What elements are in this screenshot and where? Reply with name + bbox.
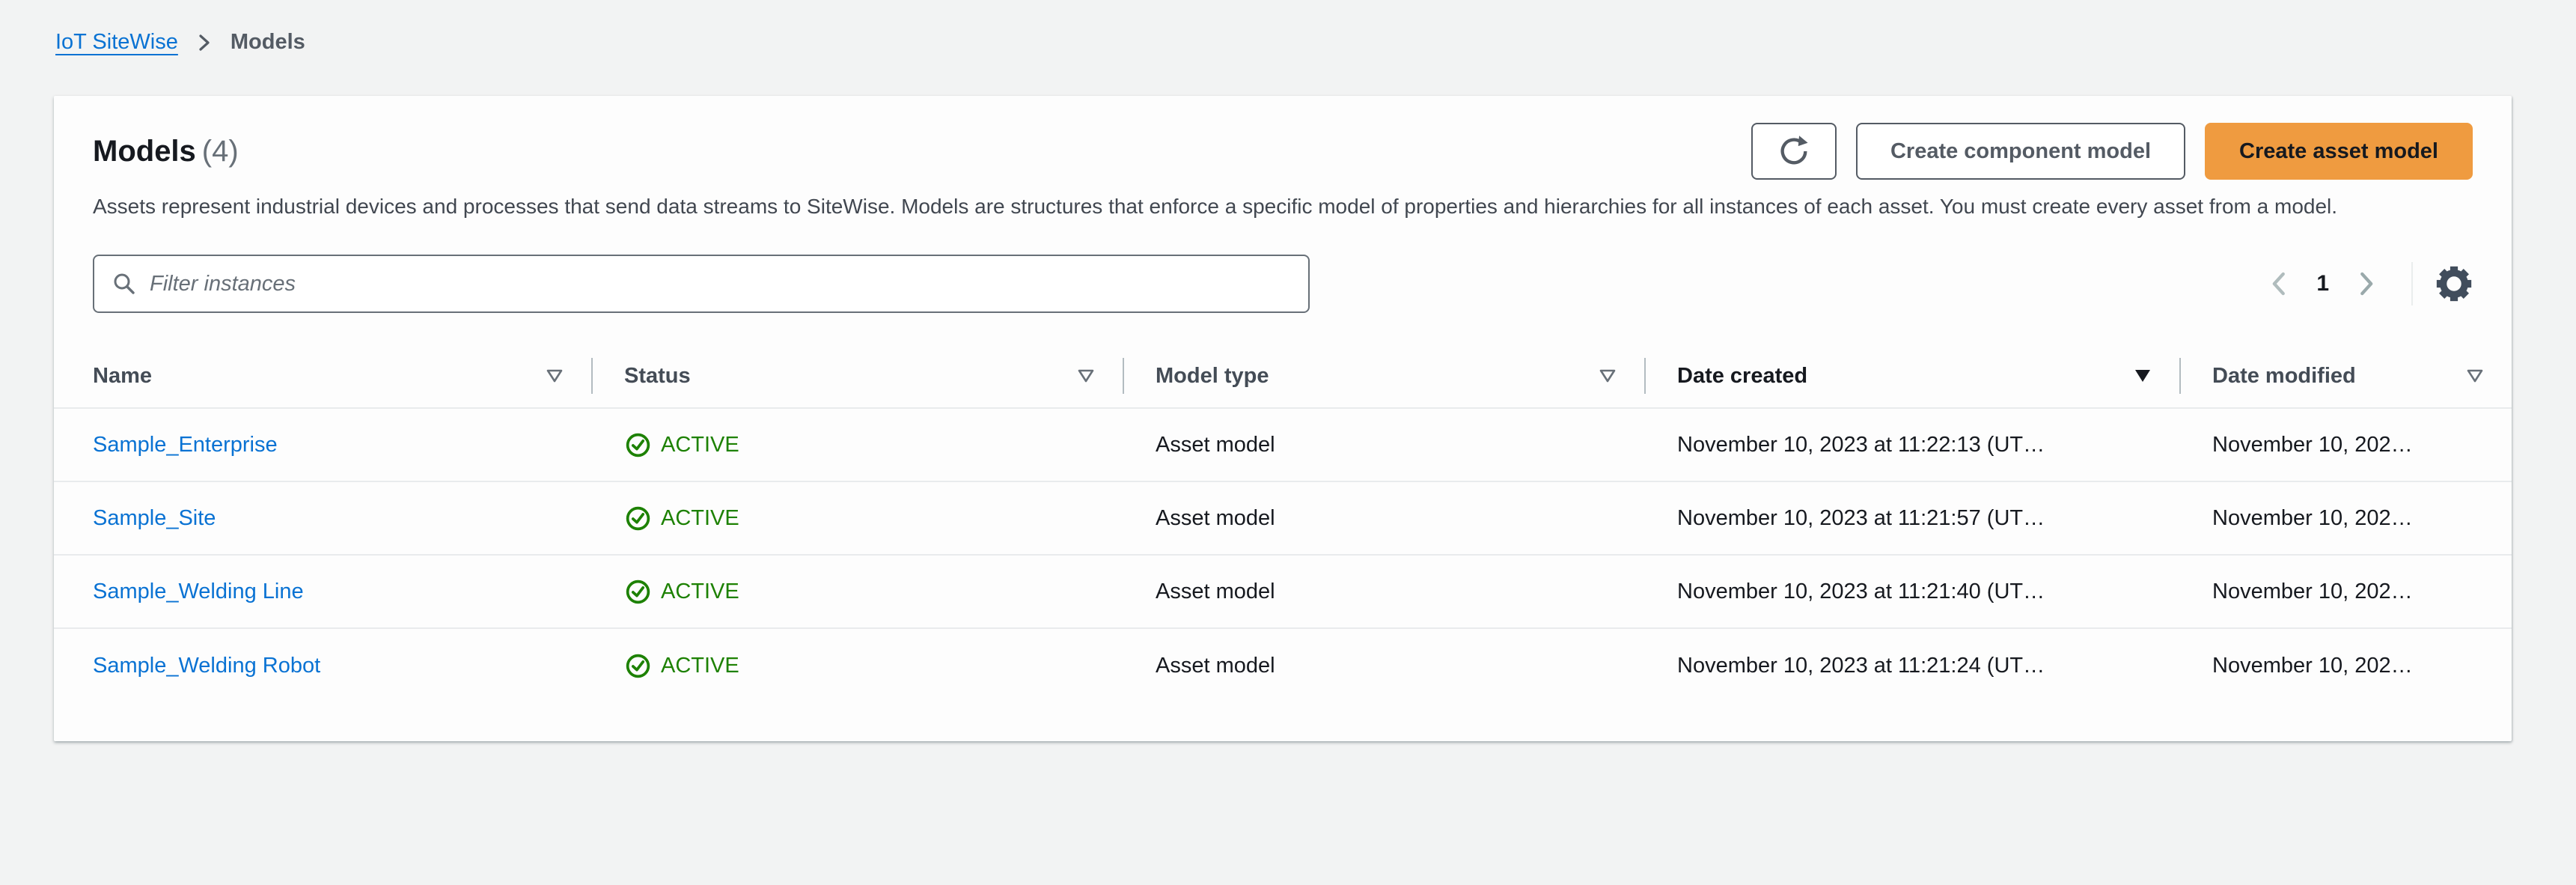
status-badge: ACTIVE <box>661 653 739 678</box>
model-link[interactable]: Sample_Welding Line <box>93 580 304 603</box>
create-component-model-button[interactable]: Create component model <box>1855 123 2186 180</box>
column-header-status[interactable]: Status <box>591 344 1123 407</box>
sort-icon <box>2465 367 2485 385</box>
cell-model-type: Asset model <box>1156 432 1275 457</box>
column-header-model-type[interactable]: Model type <box>1123 344 1644 407</box>
cell-date-modified: November 10, 202… <box>2212 653 2413 678</box>
status-badge: ACTIVE <box>661 432 739 457</box>
cell-name: Sample_Welding Line <box>54 580 591 604</box>
status-badge: ACTIVE <box>661 579 739 603</box>
panel-description: Assets represent industrial devices and … <box>93 195 2338 218</box>
model-link[interactable]: Sample_Enterprise <box>93 433 278 457</box>
next-page-button[interactable] <box>2342 270 2389 298</box>
status-success-icon <box>624 578 652 606</box>
column-label: Date created <box>1677 363 1808 388</box>
table-toolbar: 1 <box>93 255 2473 313</box>
cell-date-modified: November 10, 202… <box>2212 432 2413 457</box>
column-header-date-created[interactable]: Date created <box>1644 344 2179 407</box>
search-icon <box>111 270 138 297</box>
current-page-number[interactable]: 1 <box>2303 271 2342 296</box>
sort-icon <box>1076 367 1096 385</box>
cell-date-created: November 10, 2023 at 11:22:13 (UT… <box>1677 432 2045 457</box>
toolbar-right: 1 <box>2256 262 2473 305</box>
panel-header: Models (4) Create component model Create … <box>93 123 2473 180</box>
settings-button[interactable] <box>2435 265 2473 302</box>
model-link[interactable]: Sample_Welding Robot <box>93 654 320 678</box>
cell-status: ACTIVE <box>591 505 1123 532</box>
filter-box[interactable] <box>93 255 1310 313</box>
sort-icon <box>545 367 564 385</box>
sort-descending-icon <box>2133 367 2152 385</box>
filter-input[interactable] <box>150 258 1292 310</box>
table-row: Sample_Welding Line ACTIVE Asset model N… <box>54 556 2512 629</box>
chevron-right-icon <box>2353 270 2378 298</box>
status-success-icon <box>624 652 652 680</box>
status-badge: ACTIVE <box>661 505 739 530</box>
cell-date-modified: November 10, 202… <box>2212 505 2413 530</box>
previous-page-button[interactable] <box>2256 270 2303 298</box>
column-label: Name <box>93 363 152 388</box>
cell-name: Sample_Site <box>54 506 591 531</box>
cell-status: ACTIVE <box>591 652 1123 680</box>
model-link[interactable]: Sample_Site <box>93 506 216 530</box>
refresh-button[interactable] <box>1751 123 1837 180</box>
column-header-date-modified[interactable]: Date modified <box>2179 344 2512 407</box>
column-label: Date modified <box>2212 363 2356 388</box>
header-actions: Create component model Create asset mode… <box>1751 123 2473 180</box>
chevron-left-icon <box>2267 270 2292 298</box>
breadcrumb-current-models: Models <box>230 30 305 54</box>
toolbar-divider <box>2411 262 2413 305</box>
page-title: Models (4) <box>93 123 239 180</box>
cell-status: ACTIVE <box>591 431 1123 459</box>
refresh-icon <box>1777 134 1811 168</box>
models-table: Name Status Model type Date created Date… <box>54 344 2512 702</box>
gear-icon <box>2435 265 2473 302</box>
breadcrumb: IoT SiteWise Models <box>55 30 305 55</box>
column-label: Status <box>624 363 691 388</box>
sort-icon <box>1598 367 1617 385</box>
cell-model-type: Asset model <box>1156 653 1275 678</box>
page-title-text: Models <box>93 135 196 168</box>
cell-model-type: Asset model <box>1156 579 1275 603</box>
cell-date-created: November 10, 2023 at 11:21:40 (UT… <box>1677 579 2045 603</box>
cell-model-type: Asset model <box>1156 505 1275 530</box>
table-header-row: Name Status Model type Date created Date… <box>54 344 2512 409</box>
cell-name: Sample_Enterprise <box>54 433 591 457</box>
cell-name: Sample_Welding Robot <box>54 654 591 678</box>
status-success-icon <box>624 431 652 459</box>
chevron-right-icon <box>195 32 214 53</box>
status-success-icon <box>624 505 652 532</box>
column-label: Model type <box>1156 363 1269 388</box>
table-row: Sample_Welding Robot ACTIVE Asset model … <box>54 629 2512 702</box>
table-row: Sample_Enterprise ACTIVE Asset model Nov… <box>54 409 2512 482</box>
column-header-name[interactable]: Name <box>54 344 591 407</box>
cell-date-created: November 10, 2023 at 11:21:57 (UT… <box>1677 505 2045 530</box>
models-count: (4) <box>201 135 239 168</box>
table-row: Sample_Site ACTIVE Asset model November … <box>54 482 2512 556</box>
models-panel: Models (4) Create component model Create … <box>54 96 2512 741</box>
cell-status: ACTIVE <box>591 578 1123 606</box>
breadcrumb-link-iot-sitewise[interactable]: IoT SiteWise <box>55 30 178 55</box>
cell-date-created: November 10, 2023 at 11:21:24 (UT… <box>1677 653 2045 678</box>
create-asset-model-button[interactable]: Create asset model <box>2205 123 2473 180</box>
cell-date-modified: November 10, 202… <box>2212 579 2413 603</box>
